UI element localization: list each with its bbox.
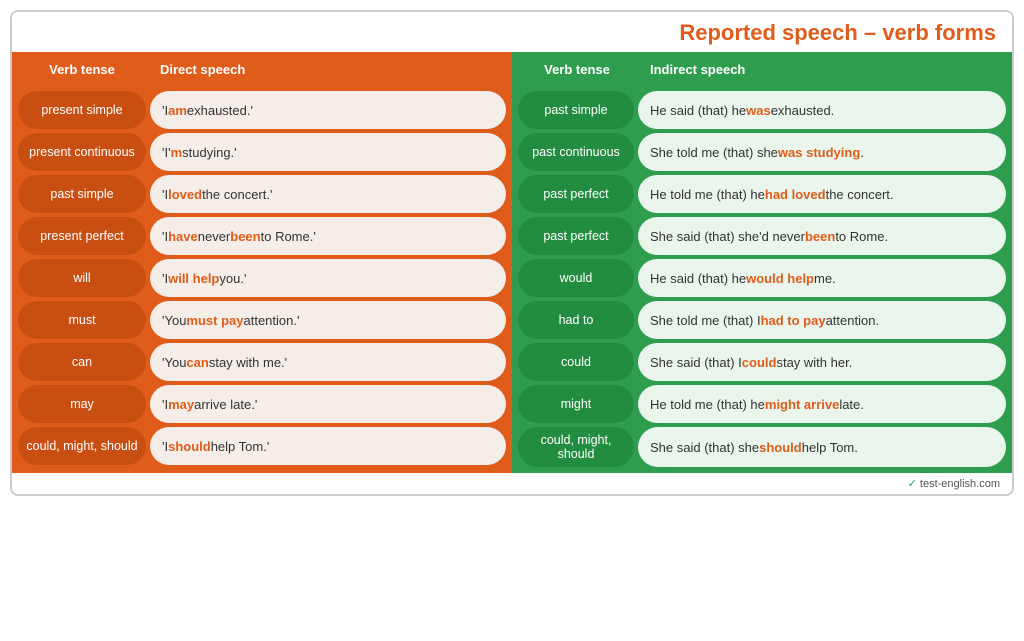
- left-row-8: could, might, should'I should help Tom.': [18, 427, 506, 465]
- left-row-3: present perfect'I have never been to Rom…: [18, 217, 506, 255]
- left-row-2: past simple'I loved the concert.': [18, 175, 506, 213]
- verb-tense-right-4: would: [518, 259, 634, 297]
- verb-tense-left-6: can: [18, 343, 146, 381]
- right-rows: past simpleHe said (that) he was exhaust…: [512, 87, 1012, 473]
- indirect-speech-1: She told me (that) she was studying.: [638, 133, 1006, 171]
- verb-tense-left-4: will: [18, 259, 146, 297]
- indirect-speech-3: She said (that) she'd never been to Rome…: [638, 217, 1006, 255]
- right-row-5: had toShe told me (that) I had to pay at…: [518, 301, 1006, 339]
- right-row-7: mightHe told me (that) he might arrive l…: [518, 385, 1006, 423]
- right-row-6: couldShe said (that) I could stay with h…: [518, 343, 1006, 381]
- header-direct-speech: Direct speech: [152, 52, 512, 87]
- indirect-speech-4: He said (that) he would help me.: [638, 259, 1006, 297]
- left-row-7: may'I may arrive late.': [18, 385, 506, 423]
- right-row-2: past perfectHe told me (that) he had lov…: [518, 175, 1006, 213]
- verb-tense-right-8: could, might, should: [518, 427, 634, 467]
- left-half: Verb tense Direct speech present simple'…: [12, 52, 512, 473]
- left-header: Verb tense Direct speech: [12, 52, 512, 87]
- indirect-speech-7: He told me (that) he might arrive late.: [638, 385, 1006, 423]
- right-header: Verb tense Indirect speech: [512, 52, 1012, 87]
- header-verb-tense-right: Verb tense: [512, 52, 642, 87]
- verb-tense-left-0: present simple: [18, 91, 146, 129]
- indirect-speech-6: She said (that) I could stay with her.: [638, 343, 1006, 381]
- verb-tense-right-6: could: [518, 343, 634, 381]
- indirect-speech-8: She said (that) she should help Tom.: [638, 427, 1006, 467]
- indirect-speech-0: He said (that) he was exhausted.: [638, 91, 1006, 129]
- verb-tense-right-3: past perfect: [518, 217, 634, 255]
- indirect-speech-5: She told me (that) I had to pay attentio…: [638, 301, 1006, 339]
- right-row-1: past continuousShe told me (that) she wa…: [518, 133, 1006, 171]
- direct-speech-5: 'You must pay attention.': [150, 301, 506, 339]
- left-row-5: must'You must pay attention.': [18, 301, 506, 339]
- direct-speech-6: 'You can stay with me.': [150, 343, 506, 381]
- verb-tense-right-5: had to: [518, 301, 634, 339]
- footer: ✓ test-english.com: [12, 473, 1012, 494]
- direct-speech-1: 'I'm studying.': [150, 133, 506, 171]
- verb-tense-left-2: past simple: [18, 175, 146, 213]
- direct-speech-2: 'I loved the concert.': [150, 175, 506, 213]
- main-table: Verb tense Direct speech present simple'…: [12, 52, 1012, 473]
- direct-speech-7: 'I may arrive late.': [150, 385, 506, 423]
- page-title: Reported speech – verb forms: [679, 20, 996, 45]
- left-row-1: present continuous'I'm studying.': [18, 133, 506, 171]
- header-verb-tense-left: Verb tense: [12, 52, 152, 87]
- header-indirect-speech: Indirect speech: [642, 52, 1012, 87]
- verb-tense-right-2: past perfect: [518, 175, 634, 213]
- direct-speech-3: 'I have never been to Rome.': [150, 217, 506, 255]
- left-row-6: can'You can stay with me.': [18, 343, 506, 381]
- verb-tense-left-5: must: [18, 301, 146, 339]
- right-row-3: past perfectShe said (that) she'd never …: [518, 217, 1006, 255]
- verb-tense-right-0: past simple: [518, 91, 634, 129]
- verb-tense-right-1: past continuous: [518, 133, 634, 171]
- verb-tense-right-7: might: [518, 385, 634, 423]
- verb-tense-left-1: present continuous: [18, 133, 146, 171]
- title-bar: Reported speech – verb forms: [12, 12, 1012, 52]
- footer-check-icon: ✓: [908, 478, 920, 490]
- right-row-4: wouldHe said (that) he would help me.: [518, 259, 1006, 297]
- indirect-speech-2: He told me (that) he had loved the conce…: [638, 175, 1006, 213]
- verb-tense-left-7: may: [18, 385, 146, 423]
- page-wrapper: Reported speech – verb forms Verb tense …: [10, 10, 1014, 496]
- footer-text: test-english.com: [920, 478, 1000, 490]
- direct-speech-4: 'I will help you.': [150, 259, 506, 297]
- direct-speech-0: 'I am exhausted.': [150, 91, 506, 129]
- direct-speech-8: 'I should help Tom.': [150, 427, 506, 465]
- right-row-0: past simpleHe said (that) he was exhaust…: [518, 91, 1006, 129]
- verb-tense-left-3: present perfect: [18, 217, 146, 255]
- left-row-0: present simple'I am exhausted.': [18, 91, 506, 129]
- right-half: Verb tense Indirect speech past simpleHe…: [512, 52, 1012, 473]
- left-rows: present simple'I am exhausted.'present c…: [12, 87, 512, 471]
- verb-tense-left-8: could, might, should: [18, 427, 146, 465]
- left-row-4: will'I will help you.': [18, 259, 506, 297]
- right-row-8: could, might, shouldShe said (that) she …: [518, 427, 1006, 467]
